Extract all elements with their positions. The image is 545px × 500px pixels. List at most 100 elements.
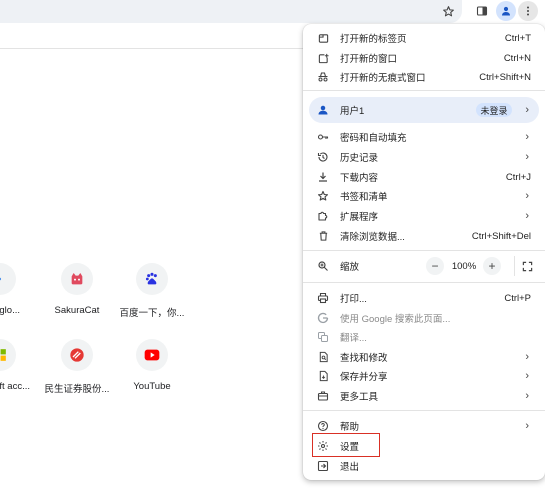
chevron-right-icon: › — [525, 351, 529, 363]
star-icon[interactable] — [438, 1, 458, 21]
zoom-icon — [317, 260, 329, 272]
person-icon — [317, 104, 329, 116]
menu-item-find[interactable]: 查找和修改 › — [303, 347, 545, 367]
browser-toolbar — [0, 0, 545, 24]
menu-item-clear-data[interactable]: 清除浏览数据... Ctrl+Shift+Del — [303, 226, 545, 246]
shortcut-text: Ctrl+Shift+N — [479, 71, 531, 83]
menu-item-label: 打开新的标签页 — [340, 34, 407, 45]
shortcut-text: Ctrl+T — [504, 32, 531, 44]
shortcut-tile[interactable]: 民生证券股份... — [37, 339, 117, 403]
trash-icon — [317, 230, 329, 242]
shortcut-label: oft acc... — [0, 381, 30, 392]
menu-item-label: 使用 Google 搜索此页面... — [340, 314, 451, 325]
menu-item-label: 退出 — [340, 462, 360, 473]
menu-item-label: 用户1 — [340, 106, 365, 117]
settings-highlight-box — [312, 433, 380, 457]
menu-item-translate[interactable]: 翻译... — [303, 327, 545, 347]
menu-item-save-share[interactable]: 保存并分享 › — [303, 366, 545, 386]
menu-item-downloads[interactable]: 下载内容 Ctrl+J — [303, 167, 545, 187]
menu-item-print[interactable]: 打印... Ctrl+P — [303, 288, 545, 308]
menu-item-label: 帮助 — [340, 422, 360, 433]
chrome-menu: 打开新的标签页 Ctrl+T 打开新的窗口 Ctrl+N 打开新的无痕式窗口 C… — [303, 24, 545, 480]
menu-item-label: 下载内容 — [340, 173, 379, 184]
history-icon — [317, 151, 329, 163]
help-icon — [317, 420, 329, 432]
find-in-page-icon — [317, 351, 329, 363]
menu-item-extensions[interactable]: 扩展程序 › — [303, 206, 545, 226]
star-icon — [317, 190, 329, 202]
key-icon — [317, 131, 329, 143]
menu-separator — [303, 410, 545, 411]
chevron-right-icon: › — [525, 151, 529, 163]
shortcut-label: rk glo... — [0, 305, 20, 316]
shortcut-text: Ctrl+P — [504, 292, 531, 304]
menu-item-label: 密码和自动填充 — [340, 133, 407, 144]
menu-separator — [303, 90, 545, 91]
shortcut-text: Ctrl+Shift+Del — [471, 230, 531, 242]
menu-item-label: 历史记录 — [340, 153, 379, 164]
chevron-right-icon: › — [525, 190, 529, 202]
chevron-right-icon: › — [525, 131, 529, 143]
print-icon — [317, 292, 329, 304]
download-icon — [317, 171, 329, 183]
youtube-icon — [136, 339, 168, 371]
shortcut-label: YouTube — [133, 381, 171, 392]
shortcut-tile[interactable]: rk glo... — [0, 263, 40, 327]
menu-item-label: 扩展程序 — [340, 212, 379, 223]
shortcut-tile[interactable]: 百度一下，你... — [112, 263, 192, 327]
menu-item-label: 打印... — [340, 294, 367, 305]
microsoft-icon — [0, 339, 16, 371]
puzzle-icon — [317, 210, 329, 222]
more-vert-icon[interactable] — [518, 1, 538, 21]
fullscreen-icon[interactable] — [519, 258, 535, 274]
side-panel-icon[interactable] — [472, 1, 492, 21]
menu-item-label: 查找和修改 — [340, 353, 388, 364]
shortcut-text: Ctrl+N — [503, 52, 531, 64]
menu-item-label: 打开新的无痕式窗口 — [340, 73, 426, 84]
menu-item-zoom: 缩放 — [303, 256, 545, 276]
toolbar-divider — [0, 48, 305, 49]
exit-icon — [317, 460, 329, 472]
zoom-in-button[interactable]: + — [483, 257, 501, 275]
chevron-right-icon: › — [525, 104, 529, 116]
shortcut-label: SakuraCat — [54, 305, 100, 316]
menu-item-bookmarks[interactable]: 书签和清单 › — [303, 186, 545, 206]
zoom-out-button[interactable]: − — [426, 257, 444, 275]
menu-item-label: 缩放 — [340, 262, 360, 273]
zoom-divider — [514, 256, 515, 276]
sign-in-status-badge: 未登录 — [476, 103, 512, 117]
partial-icon — [0, 263, 16, 295]
menu-item-label: 打开新的窗口 — [340, 54, 398, 65]
menu-item-passwords[interactable]: 密码和自动填充 › — [303, 127, 545, 147]
translate-icon — [317, 331, 329, 343]
menu-item-google-search[interactable]: 使用 Google 搜索此页面... — [303, 308, 545, 328]
sakuracat-icon — [61, 263, 93, 295]
new-window-icon — [317, 52, 329, 64]
menu-separator — [303, 250, 545, 251]
chevron-right-icon: › — [525, 420, 529, 432]
menu-item-incognito[interactable]: 打开新的无痕式窗口 Ctrl+Shift+N — [303, 67, 545, 87]
chevron-right-icon: › — [525, 210, 529, 222]
toolbox-icon — [317, 390, 329, 402]
shortcut-tile[interactable]: YouTube — [112, 339, 192, 403]
shortcut-tile[interactable]: oft acc... — [0, 339, 40, 403]
menu-item-label: 翻译... — [340, 333, 367, 344]
baidu-icon — [136, 263, 168, 295]
menu-item-label: 更多工具 — [340, 392, 379, 403]
menu-item-new-tab[interactable]: 打开新的标签页 Ctrl+T — [303, 28, 545, 48]
address-bar[interactable] — [0, 0, 462, 23]
shortcut-tile[interactable]: SakuraCat — [37, 263, 117, 327]
menu-separator — [303, 282, 545, 283]
menu-item-new-window[interactable]: 打开新的窗口 Ctrl+N — [303, 48, 545, 68]
shortcut-text: Ctrl+J — [505, 171, 531, 183]
chevron-right-icon: › — [525, 390, 529, 402]
new-tab-icon — [317, 32, 329, 44]
menu-item-history[interactable]: 历史记录 › — [303, 147, 545, 167]
google-g-icon — [317, 312, 329, 324]
shortcut-label: 百度一下，你... — [119, 308, 185, 319]
profile-icon[interactable] — [496, 1, 516, 21]
menu-item-label: 保存并分享 — [340, 372, 388, 383]
menu-item-exit[interactable]: 退出 — [303, 456, 545, 476]
minsheng-icon — [61, 339, 93, 371]
menu-item-more-tools[interactable]: 更多工具 › — [303, 386, 545, 406]
